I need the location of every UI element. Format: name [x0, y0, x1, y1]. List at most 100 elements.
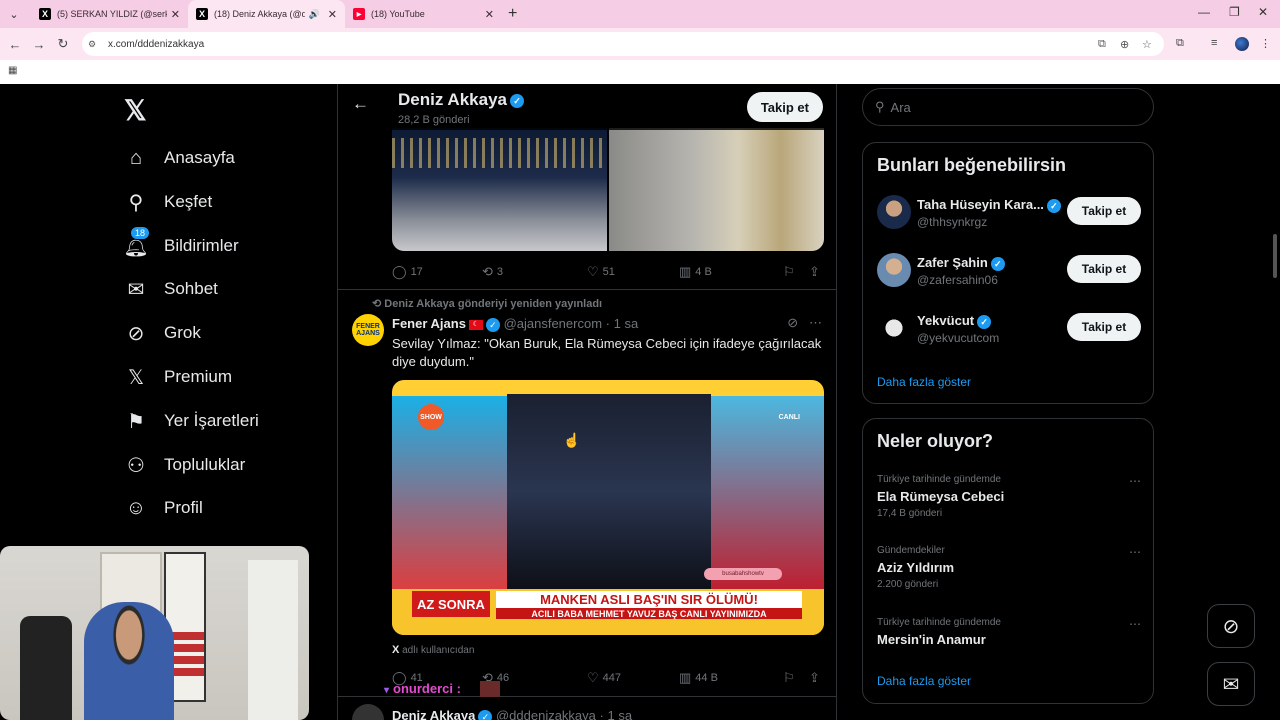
- suggestion-name: Taha Hüseyin Kara...: [917, 197, 1044, 212]
- views-button[interactable]: ▥ 4 B: [679, 264, 783, 280]
- install-icon[interactable]: ⧉: [1098, 38, 1106, 51]
- media-icon[interactable]: ≡: [1211, 37, 1217, 49]
- tab-label: (18) Deniz Akkaya (@ddden...: [214, 9, 305, 19]
- trend-item[interactable]: Türkiye tarihinde gündemde Ela Rümeysa C…: [877, 474, 1141, 519]
- close-icon[interactable]: ✕: [328, 8, 337, 21]
- minimize-icon[interactable]: —: [1198, 5, 1210, 19]
- follow-button[interactable]: Takip et: [1067, 255, 1141, 283]
- nav-bookmarks[interactable]: ⚑ Yer İşaretleri: [124, 403, 259, 439]
- suggestion-item[interactable]: Taha Hüseyin Kara... ✓ @thhsynkrgz Takip …: [877, 195, 1141, 235]
- author-handle[interactable]: @dddenizakkaya: [496, 708, 596, 720]
- bookmark-icon: ⚐: [783, 670, 795, 685]
- avatar[interactable]: [1235, 37, 1249, 51]
- close-icon[interactable]: ✕: [171, 8, 180, 21]
- share-button[interactable]: ⇪: [809, 670, 824, 686]
- post-image[interactable]: [392, 128, 607, 251]
- trend-item[interactable]: Gündemdekiler Aziz Yıldırım 2.200 gönder…: [877, 545, 1141, 590]
- nav-communities[interactable]: ⚇ Topluluklar: [124, 447, 245, 483]
- close-icon[interactable]: ✕: [485, 8, 494, 21]
- grok-icon: ⊘: [1222, 615, 1240, 638]
- profile-header: ← Deniz Akkaya ✓ 28,2 B gönderi Takip et: [338, 84, 836, 130]
- avatar[interactable]: [877, 253, 911, 287]
- back-icon[interactable]: ←: [3, 37, 27, 52]
- repost-button[interactable]: ⟲ 3: [482, 264, 587, 280]
- restore-icon[interactable]: ❐: [1229, 5, 1240, 19]
- nav-messages[interactable]: ✉ Sohbet: [124, 271, 218, 307]
- menu-icon[interactable]: ⋮: [1260, 37, 1271, 50]
- star-icon[interactable]: ☆: [1142, 38, 1152, 51]
- speaker-icon[interactable]: 🔊: [309, 9, 320, 20]
- post-video[interactable]: SHOW CANLI busabahshowtv AZ SONRA MANKEN…: [392, 380, 824, 635]
- follow-button[interactable]: Takip et: [1067, 313, 1141, 341]
- suggestion-handle: @zafersahin06: [917, 273, 998, 287]
- reload-icon[interactable]: ↻: [51, 36, 75, 52]
- back-arrow-icon[interactable]: ←: [352, 94, 369, 114]
- scrollbar[interactable]: [1272, 84, 1278, 720]
- close-window-icon[interactable]: ✕: [1258, 5, 1268, 19]
- nav-label: Topluluklar: [164, 455, 246, 474]
- trends-card: Neler oluyor? Türkiye tarihinde gündemde…: [862, 418, 1154, 704]
- share-button[interactable]: ⇪: [809, 264, 824, 280]
- zoom-icon[interactable]: ⊕: [1120, 38, 1129, 51]
- extensions-icon[interactable]: ⧉: [1176, 37, 1184, 50]
- show-more-link[interactable]: Daha fazla göster: [877, 674, 971, 688]
- author-name[interactable]: Deniz Akkaya: [392, 708, 475, 720]
- like-button[interactable]: ♡ 51: [587, 264, 679, 280]
- suggestion-item[interactable]: Yekvücut ✓ @yekvucutcom Takip et: [877, 311, 1141, 351]
- suggestion-handle: @thhsynkrgz: [917, 215, 988, 229]
- more-icon[interactable]: ⋯: [809, 315, 822, 330]
- card-title: Neler oluyor?: [877, 431, 994, 451]
- verified-icon: ✓: [509, 93, 524, 108]
- tab-label: (18) YouTube: [371, 9, 425, 19]
- more-icon[interactable]: ⋯: [1129, 474, 1141, 488]
- reply-button[interactable]: ◯ 17: [392, 264, 482, 280]
- messages-button[interactable]: ✉: [1207, 662, 1255, 706]
- home-icon: ⌂: [129, 146, 143, 169]
- bookmark-button[interactable]: ⚐: [783, 670, 809, 686]
- suggestion-item[interactable]: Zafer Şahin ✓ @zafersahin06 Takip et: [877, 253, 1141, 293]
- from-user[interactable]: X adlı kullanıcıdan: [392, 644, 474, 656]
- nav-profile[interactable]: ☺ Profil: [124, 490, 203, 526]
- show-more-link[interactable]: Daha fazla göster: [877, 375, 971, 389]
- tab-search-button[interactable]: ⌄: [3, 3, 25, 25]
- nav-explore[interactable]: ⚲ Keşfet: [124, 184, 213, 220]
- grok-button[interactable]: ⊘: [1207, 604, 1255, 648]
- author-name[interactable]: Fener Ajans: [392, 316, 466, 331]
- like-button[interactable]: ♡ 447: [587, 670, 679, 686]
- bookmark-button[interactable]: ⚐: [783, 264, 809, 280]
- tab-deniz[interactable]: X (18) Deniz Akkaya (@ddden... 🔊 ✕: [188, 0, 345, 28]
- grok-icon[interactable]: ⊘: [787, 315, 798, 330]
- author-handle[interactable]: @ajansfenercom: [504, 316, 602, 331]
- post-image[interactable]: [609, 128, 824, 251]
- verified-icon: ✓: [478, 709, 493, 720]
- apps-icon[interactable]: ▦: [8, 65, 17, 76]
- nav-notifications[interactable]: 🔔︎ 18 Bildirimler: [123, 226, 239, 264]
- post-time[interactable]: · 1 sa: [606, 316, 639, 331]
- new-tab-button[interactable]: +: [508, 5, 517, 23]
- views-button[interactable]: ▥ 44 B: [679, 670, 783, 686]
- more-icon[interactable]: ⋯: [1129, 617, 1141, 631]
- nav-premium[interactable]: 𝕏 Premium: [124, 359, 232, 395]
- avatar[interactable]: FENER AJANS: [352, 314, 384, 346]
- tab-youtube[interactable]: ▶ (18) YouTube ✕: [345, 0, 502, 28]
- avatar[interactable]: [877, 195, 911, 229]
- post-time[interactable]: · 1 sa: [600, 708, 633, 720]
- forward-icon[interactable]: →: [27, 37, 51, 52]
- chat-badge-icon: ▾: [384, 685, 390, 696]
- more-icon[interactable]: ⋯: [1129, 545, 1141, 559]
- search-input[interactable]: ⚲ Ara: [862, 88, 1154, 126]
- x-logo-icon[interactable]: 𝕏: [124, 94, 147, 127]
- follow-button[interactable]: Takip et: [1067, 197, 1141, 225]
- trend-item[interactable]: Türkiye tarihinde gündemde Mersin'in Ana…: [877, 617, 1141, 647]
- tab-serkan[interactable]: X (5) SERKAN YILDIZ (@serkan80... ✕: [31, 0, 188, 28]
- avatar[interactable]: [352, 704, 384, 720]
- nav-home[interactable]: ⌂ Anasayfa: [124, 140, 235, 176]
- address-bar[interactable]: ⚙ x.com/dddenizakkaya ⧉ ⊕ ☆: [82, 32, 1164, 56]
- suggestion-handle: @yekvucutcom: [917, 331, 1000, 345]
- follow-button[interactable]: Takip et: [746, 92, 823, 122]
- avatar[interactable]: [877, 311, 911, 345]
- site-info-icon[interactable]: ⚙: [88, 39, 102, 50]
- post-media[interactable]: [392, 128, 824, 251]
- nav-grok[interactable]: ⊘ Grok: [124, 315, 201, 351]
- scroll-thumb[interactable]: [1273, 234, 1277, 278]
